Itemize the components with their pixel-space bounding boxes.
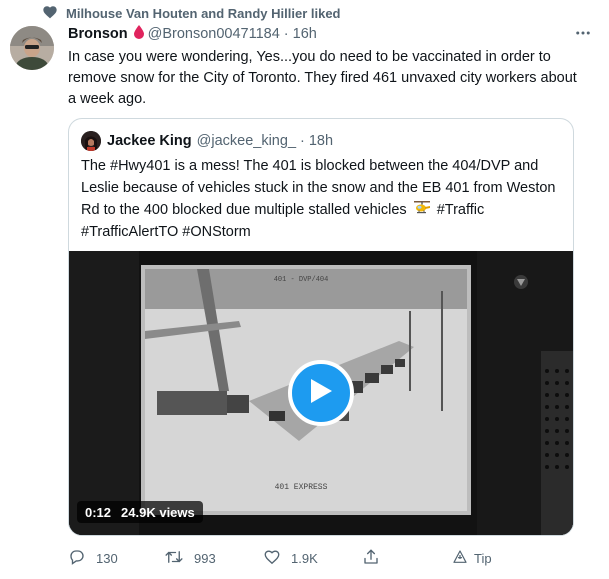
quote-tweet-card[interactable]: Jackee King @jackee_king_ · 18h The #Hwy…: [68, 118, 574, 536]
quote-author-name: Jackee King: [107, 133, 192, 149]
tweet-text: In case you were wondering, Yes...you do…: [68, 49, 577, 107]
quote-text-main: The #Hwy401 is a mess! The 401 is blocke…: [81, 158, 556, 218]
video-stats-badge: 0:12 24.9K views: [77, 501, 203, 523]
camera-label-top: 401 - DVP/404: [274, 276, 329, 284]
tweet-header: Bronson @Bronson00471184 · 16h: [68, 24, 588, 44]
tip-button[interactable]: Tip: [452, 548, 492, 568]
social-context: Milhouse Van Houten and Randy Hillier li…: [36, 4, 341, 22]
reply-icon: [68, 548, 86, 569]
reply-count: 130: [96, 550, 118, 566]
retweet-count: 993: [194, 550, 216, 566]
like-button[interactable]: 1.9K: [263, 548, 318, 568]
separator-dot: ·: [300, 133, 305, 149]
tip-label: Tip: [474, 550, 492, 566]
tweet: Bronson @Bronson00471184 · 16h In case y…: [68, 24, 590, 110]
quote-text: The #Hwy401 is a mess! The 401 is blocke…: [81, 155, 566, 243]
retweet-icon: [164, 548, 184, 569]
author-handle[interactable]: @Bronson00471184: [148, 26, 280, 42]
separator-dot: ·: [283, 26, 289, 42]
camera-label-bottom: 401 EXPRESS: [275, 483, 328, 492]
reply-button[interactable]: 130: [68, 548, 118, 568]
helicopter-icon: [413, 199, 431, 221]
quote-avatar: [81, 131, 101, 151]
video-duration: 0:12: [85, 504, 112, 520]
tip-icon: [452, 549, 468, 568]
play-button[interactable]: [288, 360, 354, 426]
share-button[interactable]: [362, 548, 380, 568]
quote-author-handle: @jackee_king_: [196, 133, 297, 149]
avatar[interactable]: [10, 26, 54, 70]
video-view-count: 24.9K views: [121, 504, 195, 520]
quote-header: Jackee King @jackee_king_ · 18h: [81, 131, 333, 151]
blood-drop-icon: [133, 25, 144, 43]
heart-icon: [42, 4, 58, 25]
tweet-actions: 130 993 1.9K Tip: [68, 548, 588, 568]
quote-time: 18h: [308, 133, 334, 149]
liked-by-text[interactable]: Milhouse Van Houten and Randy Hillier li…: [66, 6, 341, 21]
video-player[interactable]: 401 - DVP/404 401 EXPRESS 0:12 24.9K vie…: [69, 251, 573, 535]
retweet-button[interactable]: 993: [164, 548, 216, 568]
like-count: 1.9K: [291, 550, 318, 566]
play-icon: [308, 377, 334, 410]
heart-outline-icon: [263, 548, 281, 569]
tweet-time[interactable]: 16h: [293, 26, 317, 42]
author-name[interactable]: Bronson: [68, 26, 128, 42]
more-options-icon[interactable]: [572, 22, 594, 44]
share-icon: [362, 548, 380, 569]
